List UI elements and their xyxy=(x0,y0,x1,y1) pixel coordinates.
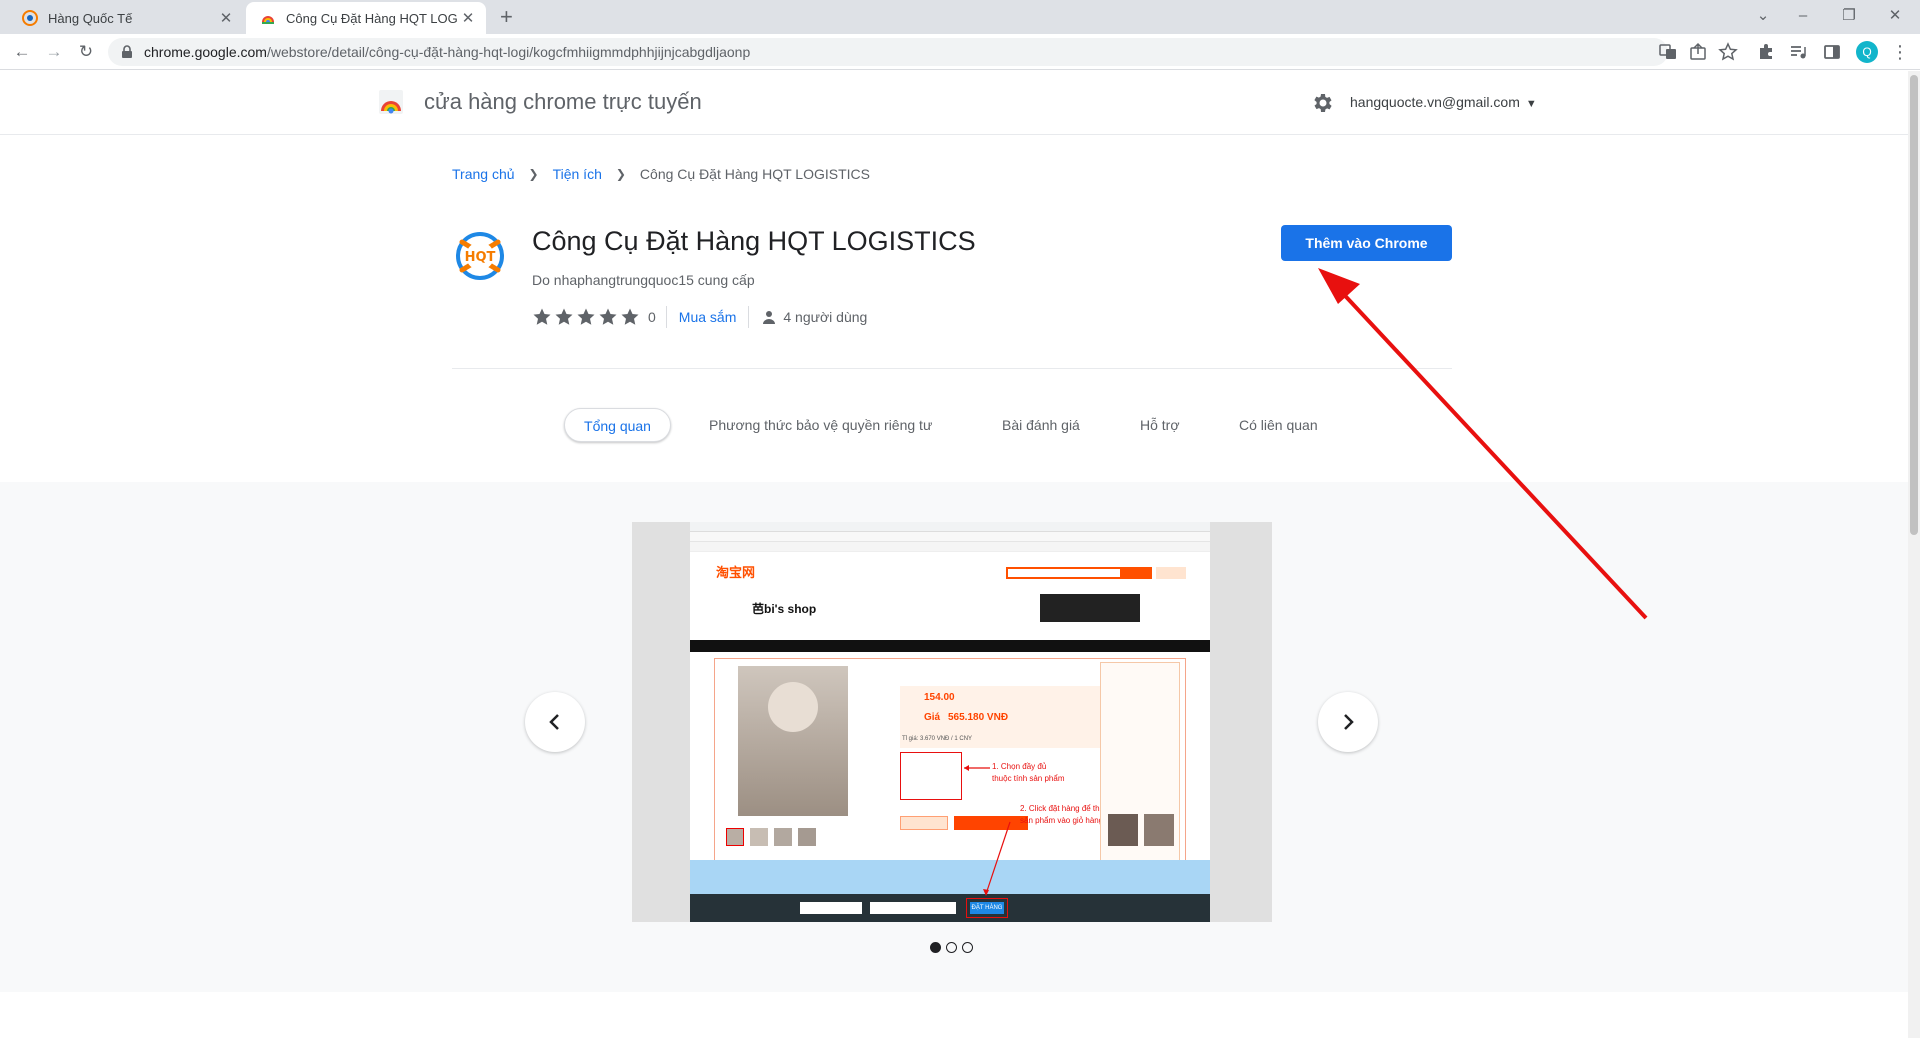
breadcrumb: Trang chủ ❯ Tiện ích ❯ Công Cụ Đặt Hàng … xyxy=(452,166,870,182)
add-to-chrome-button[interactable]: Thêm vào Chrome xyxy=(1281,225,1452,261)
site-favicon-icon xyxy=(22,10,38,26)
chevron-right-icon xyxy=(1344,714,1354,730)
tab-related[interactable]: Có liên quan xyxy=(1239,408,1318,442)
breadcrumb-category[interactable]: Tiện ích xyxy=(553,166,602,182)
carousel-screenshot[interactable]: 淘宝网 芭bi's shop 154.00 Giá 565.180 VNĐ Tỉ… xyxy=(632,522,1272,922)
restore-icon[interactable]: ❐ xyxy=(1826,4,1872,28)
extensions-puzzle-icon[interactable] xyxy=(1756,42,1776,62)
rating-stars[interactable] xyxy=(532,307,640,327)
star-icon xyxy=(577,308,595,325)
carousel-dots xyxy=(930,942,973,953)
reload-icon[interactable]: ↻ xyxy=(74,40,98,64)
account-menu[interactable]: hangquocte.vn@gmail.com ▼ xyxy=(1350,94,1537,110)
tab-title: Công Cụ Đặt Hàng HQT LOGISTIC xyxy=(286,10,458,26)
tab-reviews[interactable]: Bài đánh giá xyxy=(1002,408,1080,442)
profile-avatar[interactable]: Q xyxy=(1856,41,1878,63)
star-icon xyxy=(533,308,551,325)
extension-meta: 0 Mua sắm 4 người dùng xyxy=(532,306,867,328)
breadcrumb-home[interactable]: Trang chủ xyxy=(452,166,515,182)
star-icon xyxy=(555,308,573,325)
divider xyxy=(748,306,750,328)
chevron-right-icon: ❯ xyxy=(615,167,626,181)
star-icon xyxy=(621,308,639,325)
lock-icon xyxy=(122,45,132,58)
carousel-dot[interactable] xyxy=(962,942,973,953)
section-divider xyxy=(452,368,1452,369)
screenshot-carousel: 淘宝网 芭bi's shop 154.00 Giá 565.180 VNĐ Tỉ… xyxy=(0,482,1908,992)
close-tab-icon[interactable]: ✕ xyxy=(458,9,478,27)
new-tab-icon[interactable]: + xyxy=(500,6,513,28)
address-bar[interactable]: chrome.google.com/webstore/detail/công-c… xyxy=(108,38,1668,66)
gear-icon[interactable] xyxy=(1310,91,1334,115)
category-link[interactable]: Mua sắm xyxy=(679,309,737,325)
carousel-dot[interactable] xyxy=(946,942,957,953)
browser-tab-hang-quoc-te[interactable]: Hàng Quốc Tế ✕ xyxy=(8,2,244,34)
person-icon xyxy=(763,311,776,324)
tab-support[interactable]: Hỗ trợ xyxy=(1140,408,1180,442)
share-icon[interactable] xyxy=(1688,42,1708,62)
user-count: 4 người dùng xyxy=(761,309,867,325)
scrollbar-thumb[interactable] xyxy=(1910,75,1918,535)
detail-tabs: Tổng quan Phương thức bảo vệ quyền riêng… xyxy=(0,408,1908,444)
media-control-icon[interactable] xyxy=(1788,42,1808,62)
side-panel-icon[interactable] xyxy=(1822,42,1842,62)
tab-overview[interactable]: Tổng quan xyxy=(564,408,671,442)
screenshot-content: 淘宝网 芭bi's shop 154.00 Giá 565.180 VNĐ Tỉ… xyxy=(690,522,1210,922)
webstore-logo-icon[interactable] xyxy=(378,89,404,115)
close-tab-icon[interactable]: ✕ xyxy=(216,9,236,27)
back-icon[interactable]: ← xyxy=(10,40,34,64)
bookmark-star-icon[interactable] xyxy=(1718,42,1738,62)
extension-logo-icon: HQT xyxy=(456,232,504,280)
annotation-arrows xyxy=(964,765,1011,896)
webstore-favicon-icon xyxy=(262,16,274,24)
tab-title: Hàng Quốc Tế xyxy=(48,10,133,26)
rating-count[interactable]: 0 xyxy=(648,309,656,325)
browser-toolbar: ← → ↻ chrome.google.com/webstore/detail/… xyxy=(0,34,1920,70)
store-header: cửa hàng chrome trực tuyến hangquocte.vn… xyxy=(0,71,1908,135)
breadcrumb-current: Công Cụ Đặt Hàng HQT LOGISTICS xyxy=(639,166,870,182)
chevron-left-icon xyxy=(549,714,559,730)
browser-tab-webstore[interactable]: Công Cụ Đặt Hàng HQT LOGISTIC ✕ xyxy=(246,2,486,34)
forward-icon[interactable]: → xyxy=(42,40,66,64)
extension-title: Công Cụ Đặt Hàng HQT LOGISTICS xyxy=(532,226,976,256)
carousel-dot[interactable] xyxy=(930,942,941,953)
tab-privacy[interactable]: Phương thức bảo vệ quyền riêng tư xyxy=(709,408,932,442)
divider xyxy=(665,306,667,328)
page-scrollbar[interactable] xyxy=(1908,71,1920,1038)
store-name[interactable]: cửa hàng chrome trực tuyến xyxy=(424,89,702,115)
minimize-icon[interactable]: – xyxy=(1780,4,1826,28)
extension-provider: Do nhaphangtrungquoc15 cung cấp xyxy=(532,272,755,288)
chevron-right-icon: ❯ xyxy=(528,167,539,181)
carousel-prev-button[interactable] xyxy=(525,692,585,752)
star-icon xyxy=(599,308,617,325)
translate-icon[interactable] xyxy=(1658,42,1678,62)
carousel-next-button[interactable] xyxy=(1318,692,1378,752)
svg-text:HQT: HQT xyxy=(465,250,496,265)
close-window-icon[interactable]: ✕ xyxy=(1872,4,1918,28)
browser-tabbar: Hàng Quốc Tế ✕ Công Cụ Đặt Hàng HQT LOGI… xyxy=(0,0,1920,34)
browser-menu-icon[interactable]: ⋮ xyxy=(1890,40,1910,64)
url-text: chrome.google.com/webstore/detail/công-c… xyxy=(144,44,751,60)
chevron-down-icon: ▼ xyxy=(1525,98,1537,110)
